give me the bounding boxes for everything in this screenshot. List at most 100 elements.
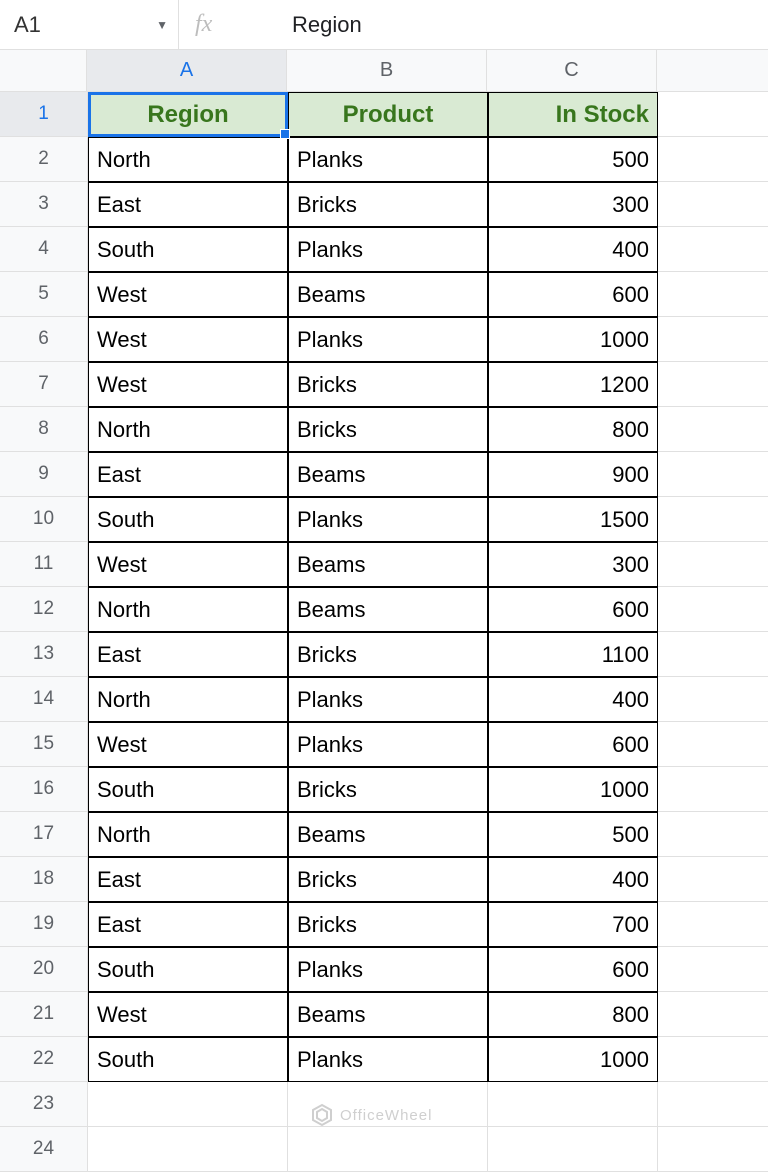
cell-product[interactable]: Planks xyxy=(288,1037,488,1082)
empty-cell[interactable] xyxy=(658,857,768,902)
empty-cell[interactable] xyxy=(658,812,768,857)
cell-region[interactable]: East xyxy=(88,857,288,902)
cell-region[interactable]: East xyxy=(88,632,288,677)
cell-region[interactable]: West xyxy=(88,272,288,317)
cell-stock[interactable]: 600 xyxy=(488,272,658,317)
cell-region[interactable]: South xyxy=(88,947,288,992)
cell-region[interactable]: West xyxy=(88,542,288,587)
row-header[interactable]: 1 xyxy=(0,92,88,137)
cell-region[interactable]: South xyxy=(88,1037,288,1082)
cell-region[interactable]: South xyxy=(88,767,288,812)
row-header[interactable]: 7 xyxy=(0,362,88,407)
empty-cell[interactable] xyxy=(658,632,768,677)
cell-product[interactable]: Bricks xyxy=(288,362,488,407)
row-header[interactable]: 4 xyxy=(0,227,88,272)
cell-product[interactable]: Planks xyxy=(288,722,488,767)
formula-input[interactable] xyxy=(288,12,768,38)
cell-region[interactable]: North xyxy=(88,587,288,632)
cell-stock[interactable]: 300 xyxy=(488,182,658,227)
cell-product[interactable]: Beams xyxy=(288,452,488,497)
cell-region[interactable]: West xyxy=(88,992,288,1037)
cell-stock[interactable]: 600 xyxy=(488,722,658,767)
empty-cell[interactable] xyxy=(88,1127,288,1172)
empty-cell[interactable] xyxy=(658,452,768,497)
column-header-a[interactable]: A xyxy=(87,50,287,92)
empty-cell[interactable] xyxy=(658,362,768,407)
cell-stock[interactable]: 400 xyxy=(488,227,658,272)
cell-stock[interactable]: 1500 xyxy=(488,497,658,542)
empty-cell[interactable] xyxy=(658,497,768,542)
select-all-corner[interactable] xyxy=(0,50,87,92)
cell-stock[interactable]: 500 xyxy=(488,137,658,182)
row-header[interactable]: 13 xyxy=(0,632,88,677)
empty-cell[interactable] xyxy=(658,902,768,947)
row-header[interactable]: 19 xyxy=(0,902,88,947)
empty-cell[interactable] xyxy=(658,407,768,452)
row-header[interactable]: 18 xyxy=(0,857,88,902)
column-header-extra[interactable] xyxy=(657,50,768,92)
cell-stock[interactable]: 300 xyxy=(488,542,658,587)
empty-cell[interactable] xyxy=(288,1127,488,1172)
row-header[interactable]: 9 xyxy=(0,452,88,497)
cell-stock[interactable]: 600 xyxy=(488,947,658,992)
empty-cell[interactable] xyxy=(88,1082,288,1127)
cell-stock[interactable]: 800 xyxy=(488,992,658,1037)
row-header[interactable]: 22 xyxy=(0,1037,88,1082)
empty-cell[interactable] xyxy=(658,137,768,182)
empty-cell[interactable] xyxy=(658,182,768,227)
empty-cell[interactable] xyxy=(488,1082,658,1127)
cell-product[interactable]: Beams xyxy=(288,272,488,317)
cell-product[interactable]: Bricks xyxy=(288,857,488,902)
cell-stock[interactable]: 600 xyxy=(488,587,658,632)
cell-region[interactable]: West xyxy=(88,362,288,407)
row-header[interactable]: 10 xyxy=(0,497,88,542)
header-cell-in-stock[interactable]: In Stock xyxy=(488,92,658,137)
name-box[interactable]: A1 ▼ xyxy=(8,12,178,38)
cell-product[interactable]: Planks xyxy=(288,947,488,992)
empty-cell[interactable] xyxy=(658,227,768,272)
cell-product[interactable]: Planks xyxy=(288,677,488,722)
empty-cell[interactable] xyxy=(658,767,768,812)
cell-product[interactable]: Planks xyxy=(288,497,488,542)
cell-region[interactable]: East xyxy=(88,182,288,227)
cell-stock[interactable]: 500 xyxy=(488,812,658,857)
row-header[interactable]: 8 xyxy=(0,407,88,452)
cell-product[interactable]: Beams xyxy=(288,812,488,857)
cell-stock[interactable]: 1100 xyxy=(488,632,658,677)
cell-region[interactable]: East xyxy=(88,902,288,947)
cell-region[interactable]: West xyxy=(88,722,288,767)
cell-region[interactable]: North xyxy=(88,812,288,857)
empty-cell[interactable] xyxy=(658,992,768,1037)
cell-product[interactable]: Beams xyxy=(288,542,488,587)
cell-stock[interactable]: 400 xyxy=(488,677,658,722)
row-header[interactable]: 20 xyxy=(0,947,88,992)
row-header[interactable]: 5 xyxy=(0,272,88,317)
cell-stock[interactable]: 1000 xyxy=(488,1037,658,1082)
row-header[interactable]: 17 xyxy=(0,812,88,857)
empty-cell[interactable] xyxy=(658,317,768,362)
cell-stock[interactable]: 1200 xyxy=(488,362,658,407)
empty-cell[interactable] xyxy=(658,722,768,767)
cell-product[interactable]: Bricks xyxy=(288,902,488,947)
cell-product[interactable]: Bricks xyxy=(288,632,488,677)
cell-product[interactable]: Planks xyxy=(288,317,488,362)
cell-stock[interactable]: 1000 xyxy=(488,767,658,812)
empty-cell[interactable] xyxy=(658,92,768,137)
empty-cell[interactable] xyxy=(658,1127,768,1172)
cell-product[interactable]: Planks xyxy=(288,227,488,272)
empty-cell[interactable] xyxy=(658,587,768,632)
cell-region[interactable]: South xyxy=(88,497,288,542)
empty-cell[interactable] xyxy=(658,677,768,722)
row-header[interactable]: 2 xyxy=(0,137,88,182)
cell-product[interactable]: Beams xyxy=(288,992,488,1037)
cell-product[interactable]: Bricks xyxy=(288,182,488,227)
cell-stock[interactable]: 400 xyxy=(488,857,658,902)
cell-stock[interactable]: 1000 xyxy=(488,317,658,362)
row-header[interactable]: 16 xyxy=(0,767,88,812)
row-header[interactable]: 12 xyxy=(0,587,88,632)
row-header[interactable]: 11 xyxy=(0,542,88,587)
cell-region[interactable]: East xyxy=(88,452,288,497)
cell-stock[interactable]: 800 xyxy=(488,407,658,452)
cell-region[interactable]: North xyxy=(88,407,288,452)
empty-cell[interactable] xyxy=(488,1127,658,1172)
